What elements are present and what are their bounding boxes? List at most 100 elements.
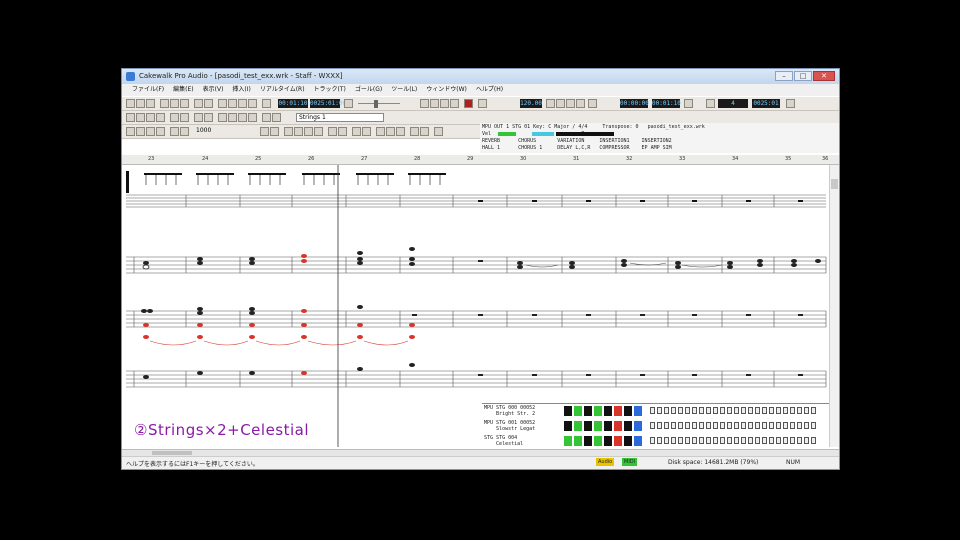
loop-icon[interactable] xyxy=(684,99,693,108)
track-slot[interactable] xyxy=(734,407,739,414)
track-slot[interactable] xyxy=(797,407,802,414)
track-slot[interactable] xyxy=(811,422,816,429)
track-slot[interactable] xyxy=(720,407,725,414)
track-arm[interactable] xyxy=(594,406,602,416)
track-slot[interactable] xyxy=(804,437,809,444)
dynamics-icon[interactable] xyxy=(218,113,227,122)
track-slot[interactable] xyxy=(657,437,662,444)
track-slot[interactable] xyxy=(790,407,795,414)
track-solo[interactable] xyxy=(574,436,582,446)
play-icon[interactable] xyxy=(440,99,449,108)
track-slot[interactable] xyxy=(706,437,711,444)
position-slider[interactable] xyxy=(358,103,400,104)
tempo-display[interactable]: 120.00 xyxy=(520,99,542,108)
menu-insert[interactable]: 挿入(I) xyxy=(232,84,250,96)
track-slot[interactable] xyxy=(769,437,774,444)
track-slot[interactable] xyxy=(671,407,676,414)
hairpin-icon[interactable] xyxy=(228,113,237,122)
track-slot[interactable] xyxy=(664,422,669,429)
close-button[interactable]: ✕ xyxy=(813,71,835,81)
scrub-tool-icon[interactable] xyxy=(156,127,165,136)
snap-icon[interactable] xyxy=(272,113,281,122)
track-slot[interactable] xyxy=(699,437,704,444)
menu-track[interactable]: トラック(T) xyxy=(314,84,346,96)
track-slot[interactable] xyxy=(748,407,753,414)
track-slot[interactable] xyxy=(699,407,704,414)
track-slot[interactable] xyxy=(692,407,697,414)
metronome-icon[interactable] xyxy=(588,99,597,108)
save-file-icon[interactable] xyxy=(146,99,155,108)
track-slot[interactable] xyxy=(699,422,704,429)
track-slot[interactable] xyxy=(727,422,732,429)
piano-roll-icon[interactable] xyxy=(248,99,257,108)
menu-file[interactable]: ファイル(F) xyxy=(132,84,164,96)
grid-icon[interactable] xyxy=(136,113,145,122)
track-slot[interactable] xyxy=(769,407,774,414)
track-slot[interactable] xyxy=(692,422,697,429)
lyrics-icon[interactable] xyxy=(156,113,165,122)
track-slot[interactable] xyxy=(741,422,746,429)
draw-tool-icon[interactable] xyxy=(136,127,145,136)
record-mode-icon[interactable] xyxy=(786,99,795,108)
menu-goal[interactable]: ゴール(G) xyxy=(355,84,382,96)
now-marker-icon[interactable] xyxy=(344,99,353,108)
paste-icon[interactable] xyxy=(180,99,189,108)
track-pan[interactable] xyxy=(614,436,622,446)
redo-icon[interactable] xyxy=(204,99,213,108)
from-time-display[interactable]: 00:00:00 xyxy=(620,99,649,108)
track-slot[interactable] xyxy=(657,422,662,429)
copy-icon[interactable] xyxy=(170,99,179,108)
track-slot[interactable] xyxy=(769,422,774,429)
tempo-ratio-icon-4[interactable] xyxy=(576,99,585,108)
maximize-button[interactable]: □ xyxy=(794,71,812,81)
track-slot[interactable] xyxy=(741,437,746,444)
track-volume[interactable] xyxy=(604,421,612,431)
track-port[interactable] xyxy=(634,421,642,431)
whole-note-icon[interactable] xyxy=(260,127,269,136)
help-icon[interactable] xyxy=(262,99,271,108)
track-slot[interactable] xyxy=(755,407,760,414)
layout-icon[interactable] xyxy=(194,113,203,122)
half-note-icon[interactable] xyxy=(270,127,279,136)
track-slot[interactable] xyxy=(713,437,718,444)
track-slot[interactable] xyxy=(706,407,711,414)
track-slot[interactable] xyxy=(720,437,725,444)
track-record[interactable] xyxy=(584,436,592,446)
thirty-second-note-icon[interactable] xyxy=(314,127,323,136)
record-icon[interactable] xyxy=(464,99,473,108)
track-slot[interactable] xyxy=(650,407,655,414)
track-slot[interactable] xyxy=(776,407,781,414)
track-slot[interactable] xyxy=(734,437,739,444)
track-slot[interactable] xyxy=(783,407,788,414)
track-solo[interactable] xyxy=(574,421,582,431)
menu-realtime[interactable]: リアルタイム(R) xyxy=(260,84,305,96)
track-slot[interactable] xyxy=(664,407,669,414)
horizontal-scrollbar[interactable] xyxy=(122,450,839,457)
vertical-scrollbar[interactable] xyxy=(829,165,839,447)
sixteenth-note-icon[interactable] xyxy=(304,127,313,136)
track-slot[interactable] xyxy=(755,437,760,444)
track-slot[interactable] xyxy=(671,422,676,429)
record-auto-punch-icon[interactable] xyxy=(478,99,487,108)
track-slot[interactable] xyxy=(776,437,781,444)
minimize-button[interactable]: – xyxy=(775,71,793,81)
track-slot[interactable] xyxy=(734,422,739,429)
horizontal-scrollbar-thumb[interactable] xyxy=(152,451,192,455)
track-arm[interactable] xyxy=(594,436,602,446)
track-slot[interactable] xyxy=(741,407,746,414)
track-slot[interactable] xyxy=(748,422,753,429)
track-slot[interactable] xyxy=(685,437,690,444)
track-port[interactable] xyxy=(634,436,642,446)
track-slot[interactable] xyxy=(811,437,816,444)
new-file-icon[interactable] xyxy=(126,99,135,108)
pedal-icon[interactable] xyxy=(238,113,247,122)
flat-icon[interactable] xyxy=(386,127,395,136)
fast-forward-icon[interactable] xyxy=(450,99,459,108)
track-slot[interactable] xyxy=(797,422,802,429)
track-slot[interactable] xyxy=(748,437,753,444)
undo-icon[interactable] xyxy=(194,99,203,108)
track-slot[interactable] xyxy=(713,422,718,429)
tie-icon[interactable] xyxy=(362,127,371,136)
track-record[interactable] xyxy=(584,421,592,431)
track-slot[interactable] xyxy=(713,407,718,414)
